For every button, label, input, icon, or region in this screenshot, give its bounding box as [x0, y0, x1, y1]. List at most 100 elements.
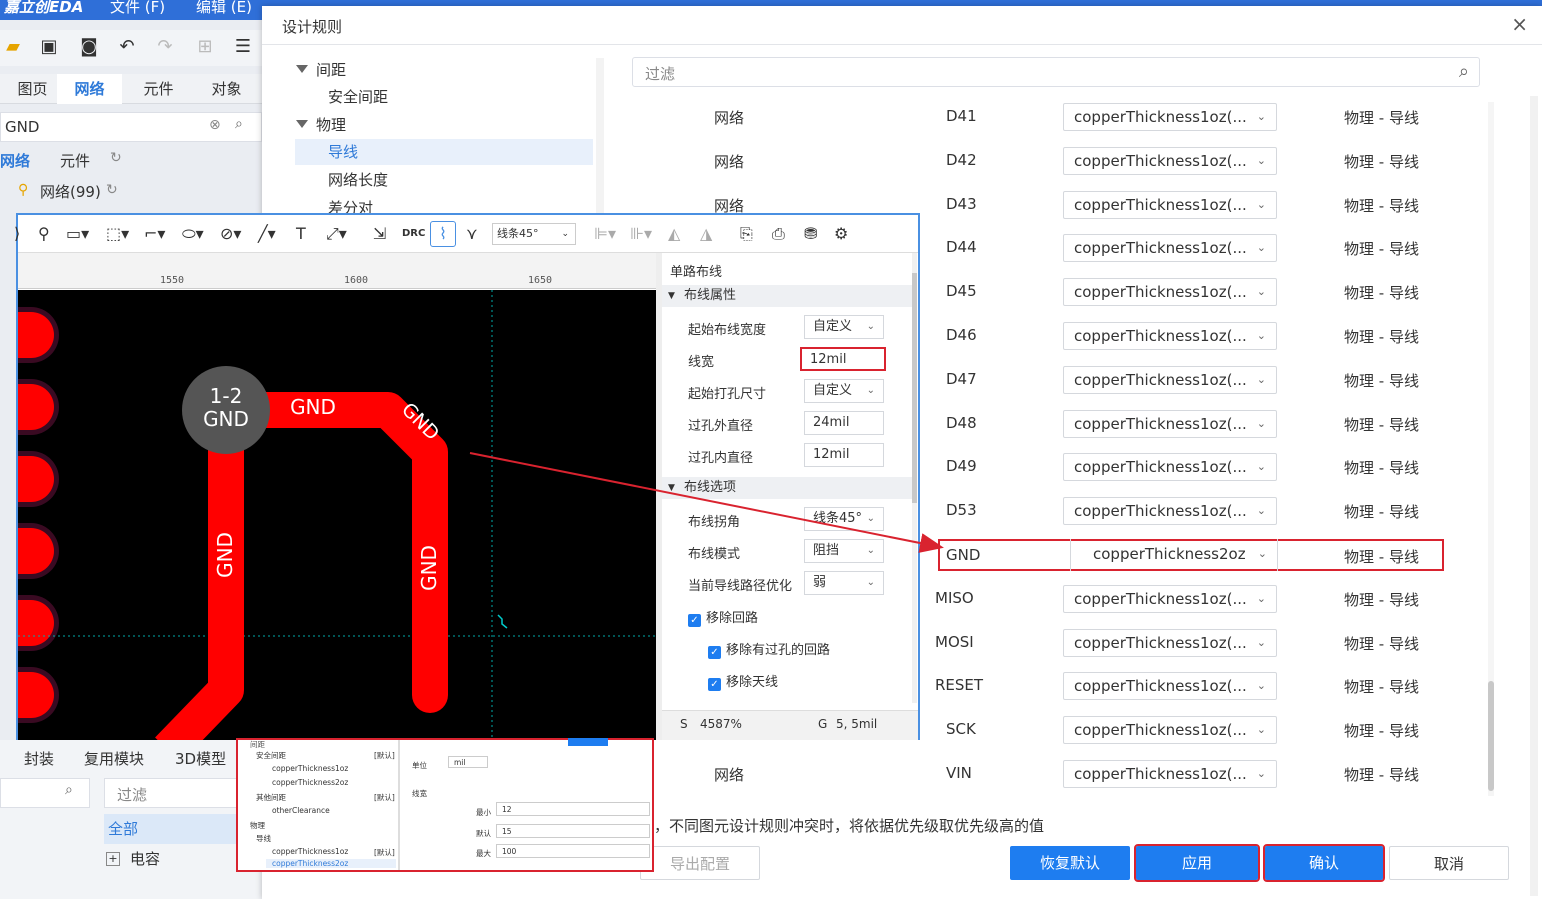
- tree-node-safe-clearance[interactable]: 安全间距: [328, 84, 388, 110]
- flip-h-icon[interactable]: ◭: [668, 224, 680, 243]
- align-icon[interactable]: ⊫▾: [594, 224, 616, 243]
- panel-scrollbar-thumb[interactable]: [912, 273, 917, 503]
- remove-loop-checkbox[interactable]: ✓ 移除回路: [688, 607, 758, 627]
- no-entry-icon[interactable]: ⊘▾: [220, 224, 241, 243]
- tree-refresh-icon[interactable]: ↻: [106, 182, 118, 198]
- tab-reuse[interactable]: 复用模块: [84, 748, 144, 769]
- section-route-props[interactable]: ▼ 布线属性: [662, 285, 914, 307]
- save-icon[interactable]: ▣: [38, 36, 60, 58]
- collapse-icon[interactable]: ▼: [668, 285, 675, 307]
- refresh-icon[interactable]: ↻: [110, 150, 122, 166]
- remove-antenna-checkbox[interactable]: ✓ 移除天线: [708, 671, 778, 691]
- rule-filter-input[interactable]: 过滤 ⌕: [632, 57, 1480, 87]
- collapse-icon[interactable]: [296, 120, 308, 128]
- lib-search-input[interactable]: ⌕: [0, 778, 90, 808]
- table-row-highlighted[interactable]: GND copperThickness2oz ⌄ 物理 - 导线: [938, 539, 1444, 571]
- pcb-canvas[interactable]: 1-2 GND GND GND GND GND: [18, 290, 656, 740]
- collapse-icon[interactable]: [296, 65, 308, 73]
- rule-select[interactable]: copperThickness1oz(... ⌄: [1063, 147, 1277, 175]
- tab-3d-model[interactable]: 3D模型: [175, 748, 226, 769]
- rule-select[interactable]: copperThickness1oz(... ⌄: [1063, 629, 1277, 657]
- expand-icon[interactable]: +: [106, 852, 120, 866]
- tab-components[interactable]: 元件: [126, 74, 191, 104]
- clear-icon[interactable]: ⊗: [209, 117, 221, 133]
- redo-icon[interactable]: ↷: [154, 36, 176, 58]
- remove-via-loop-checkbox[interactable]: ✓ 移除有过孔的回路: [708, 639, 830, 659]
- via-inner-input[interactable]: 12mil: [804, 443, 884, 467]
- tree-node-physical[interactable]: 物理: [296, 112, 346, 138]
- start-width-select[interactable]: 自定义 ⌄: [804, 315, 884, 339]
- ellipse-icon[interactable]: ⬭▾: [182, 224, 204, 244]
- tree-node-clearance[interactable]: 间距: [296, 57, 346, 83]
- rule-select[interactable]: copperThickness1oz(... ⌄: [1063, 585, 1277, 613]
- grid-icon[interactable]: ⊞: [194, 36, 216, 58]
- rule-select[interactable]: copperThickness1oz(... ⌄: [1063, 322, 1277, 350]
- apply-button[interactable]: 应用: [1134, 844, 1260, 882]
- checkbox-checked-icon[interactable]: ✓: [708, 678, 721, 691]
- export-icon[interactable]: ⎙: [772, 224, 785, 244]
- single-route-icon[interactable]: ⌇: [430, 221, 456, 247]
- restore-default-button[interactable]: 恢复默认: [1010, 846, 1130, 880]
- gnd-track-right[interactable]: [208, 392, 448, 713]
- start-via-select[interactable]: 自定义 ⌄: [804, 379, 884, 403]
- rule-select[interactable]: copperThickness1oz(... ⌄: [1063, 672, 1277, 700]
- drc-button[interactable]: DRC: [402, 228, 425, 239]
- collapse-icon[interactable]: ▼: [668, 477, 675, 499]
- lasso-select-icon[interactable]: ⬚▾: [106, 224, 129, 243]
- via-outer-input[interactable]: 24mil: [804, 411, 884, 435]
- text-icon[interactable]: T: [296, 224, 306, 243]
- corner-icon[interactable]: ⇲: [373, 224, 386, 243]
- settings-icon[interactable]: ⚙: [834, 224, 848, 243]
- diff-route-icon[interactable]: ⋎: [466, 224, 478, 243]
- pin-icon[interactable]: ⚲: [38, 224, 50, 243]
- import-icon[interactable]: ⎘: [740, 224, 753, 244]
- corner-select[interactable]: 线条45° ⌄: [804, 507, 884, 531]
- tab-objects[interactable]: 对象: [194, 74, 259, 104]
- lib-search-icon[interactable]: ⌕: [65, 782, 73, 798]
- rule-select[interactable]: copperThickness2oz ⌄: [1070, 539, 1278, 571]
- dimension-icon[interactable]: ⤢▾: [326, 224, 347, 244]
- tab-nets[interactable]: 网络: [57, 74, 122, 104]
- save-copy-icon[interactable]: ◙: [78, 36, 100, 58]
- menu-edit[interactable]: 编辑 (E): [196, 0, 252, 17]
- polygon-icon[interactable]: ⌐▾: [144, 224, 165, 243]
- table-scrollbar-thumb[interactable]: [1488, 681, 1494, 791]
- net-tree-root[interactable]: 网络(99): [40, 181, 101, 202]
- rule-select[interactable]: copperThickness1oz(... ⌄: [1063, 191, 1277, 219]
- search-icon[interactable]: ⌕: [235, 116, 243, 132]
- search-icon[interactable]: ⌕: [1459, 61, 1469, 82]
- bom-icon[interactable]: ⛃: [804, 224, 817, 243]
- rule-select[interactable]: copperThickness1oz(... ⌄: [1063, 103, 1277, 131]
- rule-select[interactable]: copperThickness1oz(... ⌄: [1063, 366, 1277, 394]
- tab-pages[interactable]: 图页: [0, 74, 65, 104]
- dialog-scrollbar[interactable]: [1530, 96, 1538, 896]
- checkbox-checked-icon[interactable]: ✓: [688, 614, 701, 627]
- rule-select[interactable]: copperThickness1oz(... ⌄: [1063, 453, 1277, 481]
- undo-icon[interactable]: ↶: [116, 36, 138, 58]
- rule-select[interactable]: copperThickness1oz(... ⌄: [1063, 234, 1277, 262]
- distribute-icon[interactable]: ⊪▾: [630, 224, 652, 243]
- tab-footprint[interactable]: 封装: [24, 748, 54, 769]
- folder-icon[interactable]: ▰: [2, 36, 24, 58]
- net-search-input[interactable]: GND ⊗ ⌕: [0, 112, 262, 142]
- rule-select[interactable]: copperThickness1oz(... ⌄: [1063, 716, 1277, 744]
- rule-select[interactable]: copperThickness1oz(... ⌄: [1063, 410, 1277, 438]
- checkbox-checked-icon[interactable]: ✓: [708, 646, 721, 659]
- track-width-input[interactable]: 12mil: [800, 347, 886, 371]
- rule-select[interactable]: copperThickness1oz(... ⌄: [1063, 278, 1277, 306]
- subtab-components[interactable]: 元件: [60, 150, 90, 171]
- line-icon[interactable]: ╱▾: [258, 224, 276, 243]
- optimize-select[interactable]: 弱 ⌄: [804, 571, 884, 595]
- corner-mode-select[interactable]: 线条45° ⌄: [492, 223, 576, 245]
- rule-select[interactable]: copperThickness1oz(... ⌄: [1063, 497, 1277, 525]
- export-config-button[interactable]: 导出配置: [640, 846, 760, 880]
- list-icon[interactable]: ☰: [232, 36, 254, 58]
- rect-select-icon[interactable]: ▭▾: [66, 224, 89, 243]
- flip-v-icon[interactable]: ◮: [700, 224, 712, 243]
- subtab-nets[interactable]: 网络: [0, 150, 30, 171]
- route-mode-select[interactable]: 阻挡 ⌄: [804, 539, 884, 563]
- tree-node-net-length[interactable]: 网络长度: [328, 167, 388, 193]
- tree-node-track[interactable]: 导线: [295, 139, 593, 165]
- confirm-button[interactable]: 确认: [1263, 844, 1385, 882]
- route-icon[interactable]: ⟩: [14, 224, 20, 243]
